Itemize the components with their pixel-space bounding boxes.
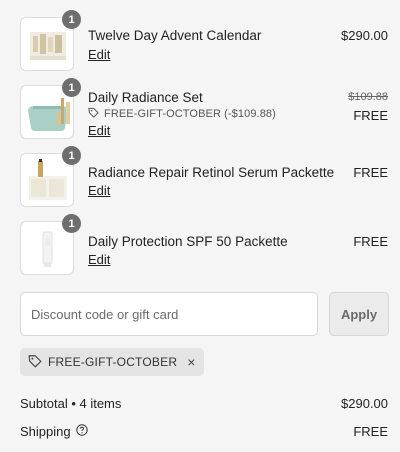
- tag-icon: [88, 107, 99, 121]
- discount-code-input[interactable]: [20, 292, 318, 336]
- shipping-text: Shipping: [20, 424, 71, 439]
- product-price: $290.00: [341, 28, 388, 43]
- product-price: FREE: [353, 108, 388, 123]
- product-thumbnail: 1: [20, 214, 81, 275]
- product-price: FREE: [353, 234, 388, 249]
- close-icon[interactable]: ×: [187, 354, 195, 370]
- quantity-badge: 1: [62, 146, 81, 165]
- discount-code-label: FREE-GIFT-OCTOBER (-$109.88): [104, 108, 276, 120]
- shipping-value: FREE: [353, 424, 388, 439]
- item-discount: FREE-GIFT-OCTOBER (-$109.88): [88, 107, 276, 121]
- product-name: Radiance Repair Retinol Serum Packette: [88, 165, 335, 180]
- edit-link[interactable]: Edit: [88, 252, 110, 267]
- applied-discount-chip: FREE-GIFT-OCTOBER ×: [20, 348, 204, 376]
- edit-link[interactable]: Edit: [88, 123, 110, 138]
- edit-link[interactable]: Edit: [88, 47, 110, 62]
- product-thumbnail: 1: [20, 146, 81, 207]
- question-circle-icon[interactable]: [75, 424, 88, 439]
- quantity-badge: 1: [62, 78, 81, 97]
- subtotal-value: $290.00: [341, 396, 388, 411]
- product-price: FREE: [353, 165, 388, 180]
- applied-discount-code: FREE-GIFT-OCTOBER: [48, 355, 178, 369]
- original-price: $109.88: [348, 91, 388, 103]
- subtotal-text: Subtotal • 4 items: [20, 396, 122, 411]
- order-summary: 1 Twelve Day Advent Calendar Edit $290.0…: [0, 0, 400, 452]
- cart-item: 1 Twelve Day Advent Calendar Edit $290.0…: [20, 10, 390, 73]
- tag-icon: [28, 354, 42, 371]
- product-name: Twelve Day Advent Calendar: [88, 28, 262, 43]
- product-thumbnail: 1: [20, 78, 81, 139]
- quantity-badge: 1: [62, 10, 81, 29]
- apply-button[interactable]: Apply: [329, 292, 389, 336]
- cart-item: 1 Radiance Repair Retinol Serum Packette…: [20, 146, 390, 209]
- product-name: Daily Protection SPF 50 Packette: [88, 234, 288, 249]
- product-thumbnail: 1: [20, 10, 81, 71]
- shipping-label: Shipping: [20, 424, 88, 439]
- edit-link[interactable]: Edit: [88, 183, 110, 198]
- quantity-badge: 1: [62, 214, 81, 233]
- cart-item: 1 Daily Protection SPF 50 Packette Edit …: [20, 214, 390, 277]
- cart-item: 1 Daily Radiance Set FREE-GIFT-OCTOBER (…: [20, 78, 390, 141]
- subtotal-label: Subtotal • 4 items: [20, 396, 121, 411]
- product-name: Daily Radiance Set: [88, 90, 203, 105]
